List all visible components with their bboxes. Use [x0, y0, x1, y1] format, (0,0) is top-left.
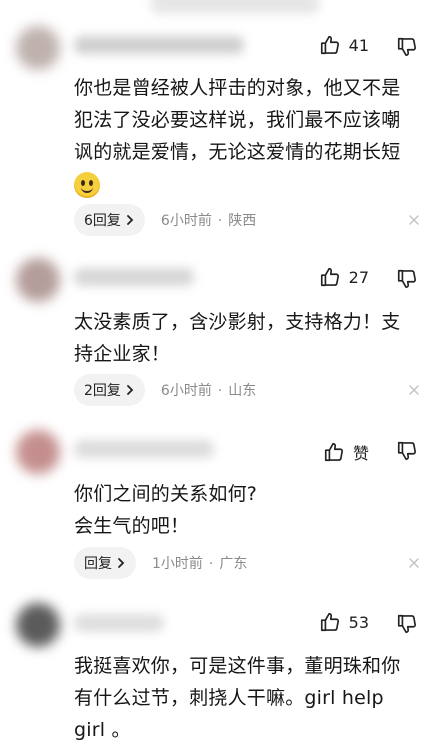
- thumbs-up-icon: [320, 35, 339, 55]
- avatar[interactable]: [16, 430, 60, 474]
- comment-text-line: 你们之间的关系如何?: [74, 483, 258, 505]
- comment-time: 6小时前: [160, 383, 212, 399]
- username[interactable]: [74, 440, 214, 458]
- avatar[interactable]: [16, 603, 60, 647]
- like-count: 赞: [352, 444, 369, 463]
- dislike-button[interactable]: [396, 36, 418, 62]
- thumbs-down-icon: [397, 269, 417, 289]
- chevron-right-icon: [118, 558, 125, 568]
- like-count: 27: [348, 267, 369, 287]
- thumbs-down-icon: [397, 37, 417, 57]
- thumbs-up-icon: [320, 267, 339, 287]
- close-icon[interactable]: [406, 212, 422, 228]
- comment-info: 6小时前 · 陕西: [160, 213, 257, 229]
- dislike-button[interactable]: [396, 268, 418, 294]
- thumbs-up-icon: [320, 612, 339, 632]
- comment-text: 太没素质了，含沙影射，支持格力！支持企业家！: [74, 311, 401, 365]
- comment-info: 6小时前 · 山东: [160, 383, 257, 399]
- replies-button[interactable]: 2回复: [74, 374, 145, 406]
- avatar[interactable]: [16, 258, 60, 302]
- comment-text-line: 会生气的吧！: [74, 515, 190, 537]
- replies-label: 2回复: [84, 383, 121, 399]
- thumbs-down-icon: [397, 441, 417, 461]
- dislike-button[interactable]: [396, 613, 418, 639]
- replies-label: 6回复: [84, 213, 121, 229]
- replies-button[interactable]: 6回复: [74, 204, 145, 236]
- comment-info: 1小时前 · 广东: [152, 556, 248, 572]
- comment-location: 广东: [219, 556, 248, 572]
- dislike-button[interactable]: [396, 440, 418, 466]
- comment-text: 你们之间的关系如何? 会生气的吧！: [74, 478, 416, 542]
- like-button[interactable]: 41: [319, 34, 369, 56]
- comment-location: 山东: [228, 383, 257, 399]
- like-count: 53: [348, 612, 369, 632]
- reply-label: 回复: [84, 556, 112, 572]
- smile-emoji: [74, 171, 100, 198]
- comment-time: 6小时前: [160, 213, 212, 229]
- like-count: 41: [348, 35, 369, 55]
- comment-text: 你也是曾经被人抨击的对象，他又不是犯法了没必要这样说，我们最不应该嘲讽的就是爱情…: [74, 72, 416, 200]
- chevron-right-icon: [127, 215, 134, 225]
- comment-meta: 2回复 6小时前 · 山东: [74, 374, 422, 406]
- username[interactable]: [74, 268, 194, 286]
- comment-meta: 回复 1小时前 · 广东: [74, 547, 422, 579]
- comment-text: 我挺喜欢你，可是这件事，董明珠和你有什么过节，刺挠人干嘛。girl help g…: [74, 655, 401, 741]
- like-button[interactable]: 赞: [323, 440, 369, 464]
- comment-location: 陕西: [228, 213, 257, 229]
- close-icon[interactable]: [406, 555, 422, 571]
- like-button[interactable]: 27: [319, 266, 369, 288]
- username[interactable]: [74, 614, 164, 632]
- chevron-right-icon: [127, 385, 134, 395]
- close-icon[interactable]: [406, 382, 422, 398]
- previous-comment-remnant: [150, 0, 320, 14]
- like-button[interactable]: 53: [319, 611, 369, 633]
- reply-button[interactable]: 回复: [74, 547, 136, 579]
- username[interactable]: [74, 36, 244, 54]
- thumbs-up-icon: [324, 442, 343, 462]
- comment-meta: 6回复 6小时前 · 陕西: [74, 204, 422, 236]
- thumbs-down-icon: [397, 614, 417, 634]
- comment-time: 1小时前: [152, 556, 203, 572]
- avatar[interactable]: [16, 26, 60, 70]
